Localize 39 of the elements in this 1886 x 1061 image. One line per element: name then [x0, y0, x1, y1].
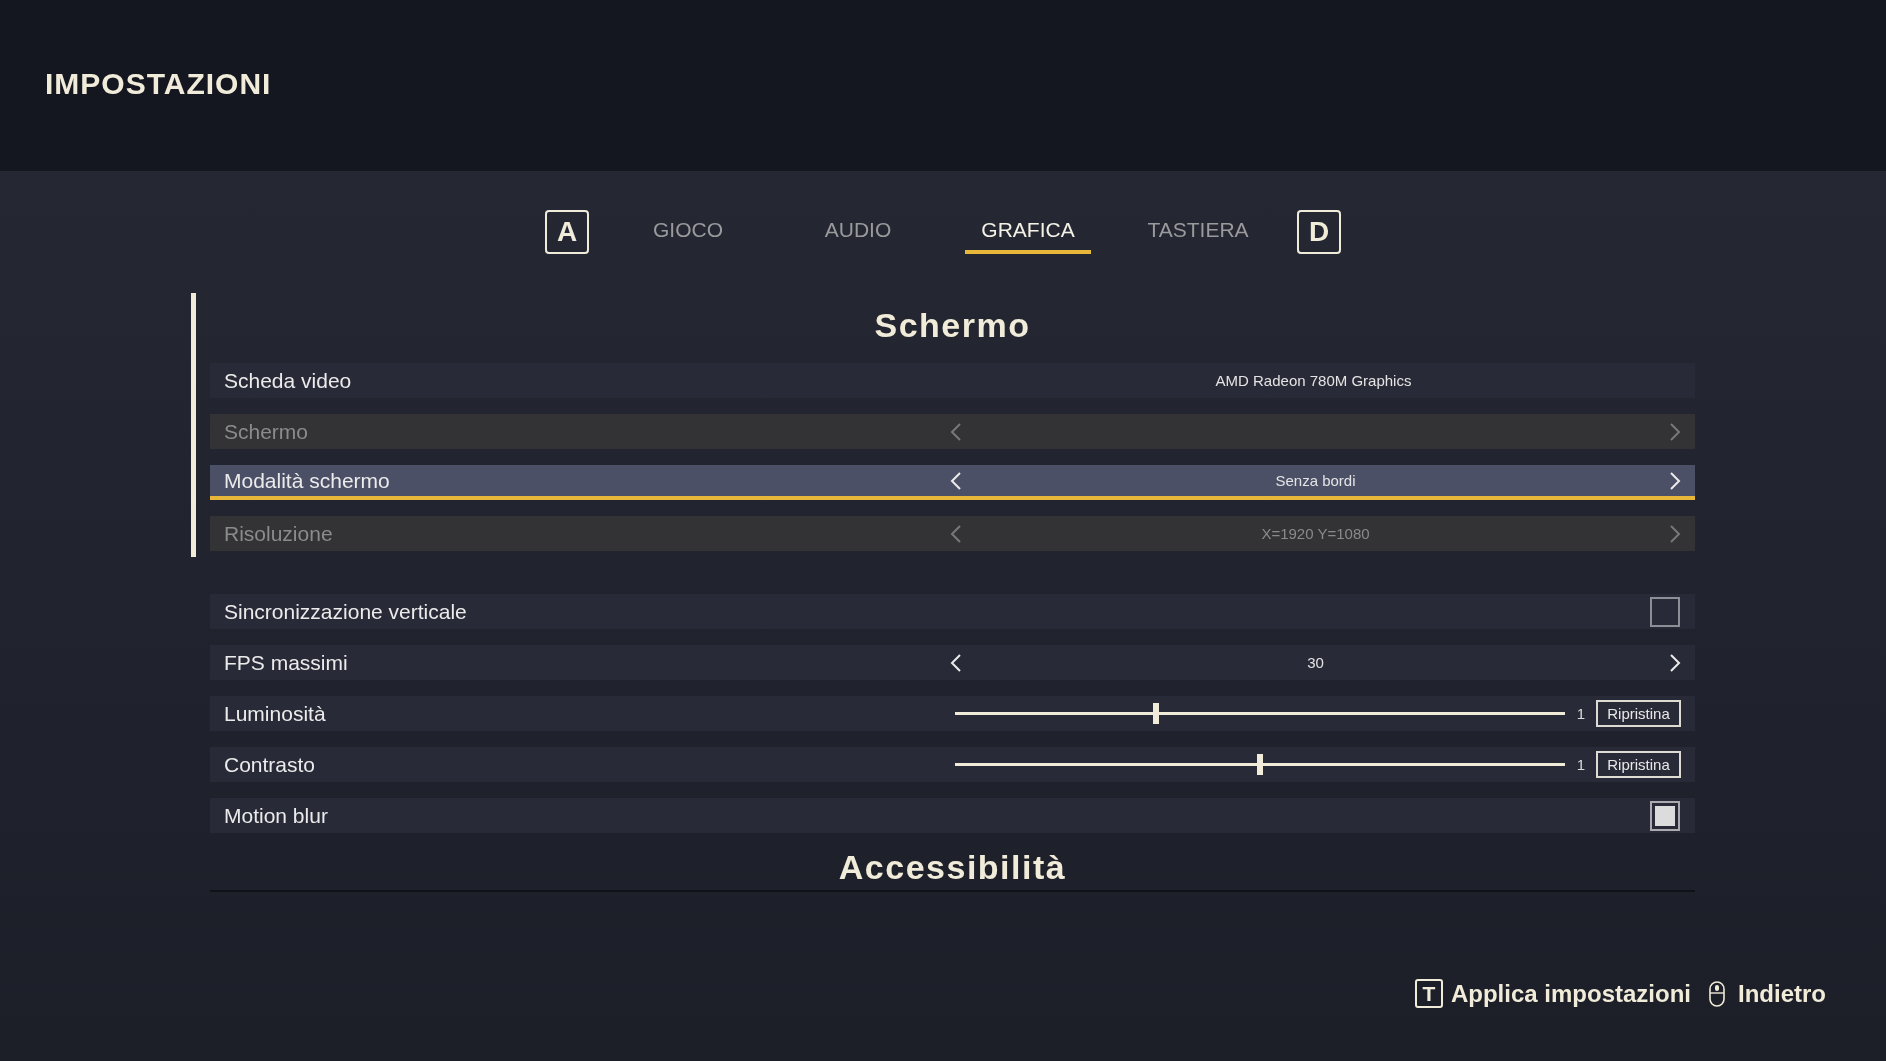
slider-thumb[interactable] [1256, 754, 1263, 775]
key-hint: T [1414, 979, 1443, 1008]
tab[interactable]: GIOCO [625, 209, 751, 254]
setting-value: X=1920 Y=1080 [1261, 525, 1370, 542]
setting-label: Scheda video [224, 368, 352, 393]
setting-value: 30 [1307, 654, 1324, 671]
setting-row[interactable]: Motion blur [210, 798, 1695, 833]
page-title: IMPOSTAZIONI [45, 65, 272, 102]
mouse-icon [1709, 980, 1725, 1007]
key-hint[interactable]: D [1297, 209, 1341, 254]
setting-label: Motion blur [224, 803, 328, 828]
setting-label: FPS massimi [224, 650, 348, 675]
setting-row[interactable]: Sincronizzazione verticale [210, 594, 1695, 629]
setting-label: Sincronizzazione verticale [224, 599, 467, 624]
setting-label: Contrasto [224, 752, 316, 777]
footer-action-button[interactable]: T Applica impostazioni [1414, 979, 1691, 1008]
reset-button[interactable]: Ripristina [1596, 700, 1681, 727]
setting-row[interactable]: Scheda video AMD Radeon 780M Graphics [210, 363, 1695, 398]
footer-action-button[interactable]: Indietro [1709, 979, 1826, 1008]
setting-row[interactable]: Luminosità 1 Ripristina [210, 696, 1695, 731]
slider-value: 1 [1576, 705, 1585, 722]
reset-button[interactable]: Ripristina [1596, 751, 1681, 778]
section-title: Accessibilità [837, 847, 1068, 888]
checkbox[interactable] [1650, 596, 1680, 627]
key-hint[interactable]: A [545, 209, 589, 254]
section-title: Schermo [873, 305, 1032, 346]
setting-label: Schermo [224, 419, 309, 444]
setting-label: Modalità schermo [224, 468, 390, 493]
setting-value: AMD Radeon 780M Graphics [1215, 372, 1412, 389]
tab[interactable]: TASTIERA [1135, 209, 1261, 254]
slider-value: 1 [1576, 756, 1585, 773]
setting-label: Luminosità [224, 701, 326, 726]
setting-label: Risoluzione [224, 521, 333, 546]
setting-row[interactable]: Contrasto 1 Ripristina [210, 747, 1695, 782]
slider-thumb[interactable] [1153, 703, 1160, 724]
tab[interactable]: GRAFICA [965, 209, 1091, 254]
checkbox[interactable] [1650, 800, 1680, 831]
setting-value: Senza bordi [1275, 472, 1356, 489]
tab[interactable]: AUDIO [795, 209, 921, 254]
